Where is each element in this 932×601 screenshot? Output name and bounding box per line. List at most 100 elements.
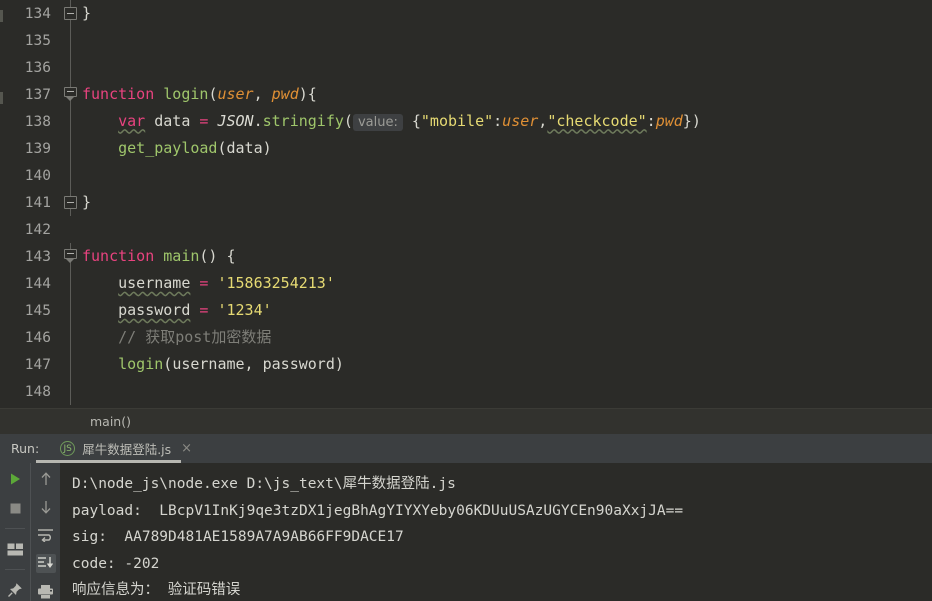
indent-guide: [70, 270, 71, 297]
code-text[interactable]: }: [82, 0, 932, 27]
fold-gutter[interactable]: [60, 162, 82, 189]
fold-gutter[interactable]: [60, 81, 82, 108]
code-text[interactable]: function main() {: [82, 243, 932, 270]
code-line[interactable]: 137 function login(user, pwd){: [0, 81, 932, 108]
code-token: .: [253, 111, 263, 130]
fold-gutter[interactable]: [60, 243, 82, 270]
fold-gutter[interactable]: [60, 54, 82, 81]
code-line[interactable]: 136: [0, 54, 932, 81]
code-line[interactable]: 135: [0, 27, 932, 54]
soft-wrap-button[interactable]: [36, 525, 56, 544]
code-line[interactable]: 139 get_payload(data): [0, 135, 932, 162]
code-line[interactable]: 147 login(username, password): [0, 351, 932, 378]
toolbar-divider: [5, 528, 25, 529]
fold-gutter[interactable]: [60, 27, 82, 54]
code-token: '1234': [217, 301, 272, 319]
fold-gutter[interactable]: [60, 189, 82, 216]
rerun-button[interactable]: [5, 469, 25, 489]
code-token: login: [163, 85, 209, 103]
code-token: main: [163, 247, 200, 265]
code-token: '15863254213': [217, 274, 335, 292]
fold-gutter[interactable]: [60, 378, 82, 405]
fold-gutter[interactable]: [60, 297, 82, 324]
fold-gutter[interactable]: [60, 270, 82, 297]
close-icon[interactable]: ×: [181, 441, 192, 456]
line-number: 142: [24, 221, 51, 238]
code-token: (: [217, 139, 227, 157]
run-toolbar-left: [0, 463, 30, 601]
code-line[interactable]: 134}: [0, 0, 932, 27]
code-text[interactable]: var data = JSON.stringify(value: {"mobil…: [82, 108, 932, 136]
line-number: 140: [24, 167, 51, 184]
run-tab[interactable]: JS 犀牛数据登陆.js ×: [53, 434, 199, 463]
line-number: 148: [24, 383, 51, 400]
code-token: function: [82, 85, 155, 103]
code-lines[interactable]: 134} 135 136 137 function login(user, pwd){1…: [0, 0, 932, 405]
code-token: username, password: [172, 355, 335, 373]
code-text[interactable]: }: [82, 189, 932, 216]
code-line[interactable]: 142: [0, 216, 932, 243]
run-tab-underline: [36, 460, 181, 463]
pin-button[interactable]: [5, 580, 25, 600]
fold-gutter[interactable]: [60, 351, 82, 378]
run-tool-window-header: Run: JS 犀牛数据登陆.js ×: [0, 434, 932, 463]
code-line[interactable]: 141}: [0, 189, 932, 216]
code-token: JSON: [217, 111, 254, 130]
code-token: pwd: [271, 85, 299, 103]
arrow-down-button[interactable]: [36, 497, 56, 516]
code-text[interactable]: function login(user, pwd){: [82, 81, 932, 108]
line-number: 143: [24, 248, 51, 265]
code-line[interactable]: 145 password = '1234': [0, 297, 932, 324]
code-text[interactable]: // 获取post加密数据: [82, 324, 932, 351]
code-token: stringify: [262, 111, 344, 130]
code-token: user: [217, 85, 254, 103]
code-text[interactable]: login(username, password): [82, 351, 932, 378]
fold-gutter[interactable]: [60, 135, 82, 162]
code-line[interactable]: 140: [0, 162, 932, 189]
breadcrumb[interactable]: main(): [0, 408, 932, 434]
code-token: (: [163, 355, 173, 373]
indent-guide: [70, 54, 71, 81]
code-text[interactable]: password = '1234': [82, 297, 932, 324]
indent-guide: [70, 108, 71, 135]
run-tab-label: 犀牛数据登陆.js: [82, 442, 172, 457]
fold-gutter[interactable]: [60, 0, 82, 27]
breadcrumb-path[interactable]: main(): [90, 414, 131, 429]
scroll-to-end-button[interactable]: [35, 553, 56, 573]
inlay-hint: value:: [352, 113, 403, 131]
code-line[interactable]: 146 // 获取post加密数据: [0, 324, 932, 351]
fold-arrow-tip: [65, 96, 75, 101]
console-layout-button[interactable]: [5, 539, 25, 559]
code-text[interactable]: get_payload(data): [82, 135, 932, 162]
code-line[interactable]: 138 var data = JSON.stringify(value: {"m…: [0, 108, 932, 135]
print-button[interactable]: [36, 582, 56, 601]
line-number: 138: [24, 113, 51, 130]
code-line[interactable]: 148: [0, 378, 932, 405]
code-line[interactable]: 144 username = '15863254213': [0, 270, 932, 297]
console-line: 响应信息为： 验证码错误: [72, 582, 241, 598]
code-token: ): [262, 139, 272, 157]
code-token: (: [343, 111, 353, 130]
line-number: 136: [24, 59, 51, 76]
run-toolbar-right: [30, 463, 60, 601]
console-output[interactable]: D:\node_js\node.exe D:\js_text\犀牛数据登陆.js…: [60, 463, 932, 601]
fold-gutter[interactable]: [60, 216, 82, 243]
fold-collapse-icon[interactable]: [64, 7, 77, 20]
code-token: "mobile": [420, 111, 494, 130]
code-editor[interactable]: 134} 135 136 137 function login(user, pwd){1…: [0, 0, 932, 408]
code-token: }): [682, 111, 701, 130]
fold-gutter[interactable]: [60, 324, 82, 351]
fold-gutter[interactable]: [60, 108, 82, 135]
line-number: 137: [24, 86, 51, 103]
stop-button[interactable]: [5, 498, 25, 518]
code-token: var: [118, 111, 146, 130]
arrow-up-button[interactable]: [36, 469, 56, 488]
code-line[interactable]: 143 function main() {: [0, 243, 932, 270]
code-text[interactable]: username = '15863254213': [82, 270, 932, 297]
run-label: Run:: [11, 441, 40, 456]
fold-collapse-icon[interactable]: [64, 196, 77, 209]
